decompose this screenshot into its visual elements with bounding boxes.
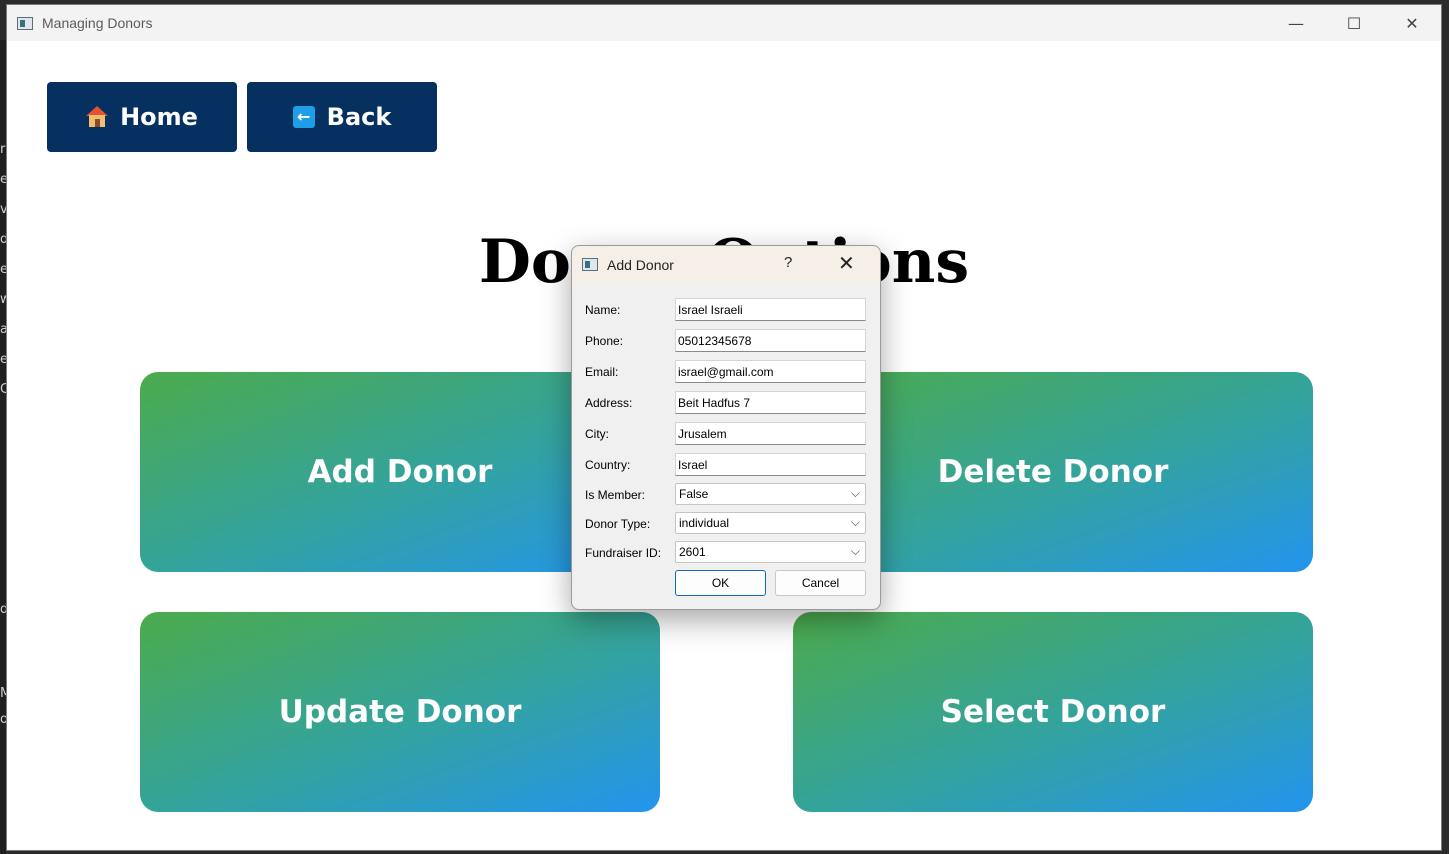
country-label: Country: [585,458,631,472]
name-row: Name: [585,298,867,322]
address-row: Address: [585,391,867,415]
name-label: Name: [585,303,621,317]
dialog-titlebar[interactable]: Add Donor ? ✕ [572,246,880,283]
dialog-title: Add Donor [607,256,674,273]
window-title: Managing Donors [42,15,153,31]
cancel-button-label: Cancel [801,576,840,590]
back-button-label: Back [326,103,392,131]
back-button[interactable]: ← Back [247,82,437,152]
cancel-button[interactable]: Cancel [775,570,866,596]
dialog-close-icon[interactable]: ✕ [838,251,855,276]
is-member-select[interactable]: False ⌵ [675,483,866,505]
close-icon: ✕ [1405,13,1419,33]
address-field[interactable] [675,391,866,414]
phone-row: Phone: [585,329,867,353]
is-member-label: Is Member: [585,488,646,502]
maximize-icon: ☐ [1346,13,1362,33]
fundraiser-id-label: Fundraiser ID: [585,546,662,560]
is-member-row: Is Member: False ⌵ [585,483,867,507]
chevron-down-icon: ⌵ [850,515,860,529]
add-donor-label: Add Donor [307,454,493,490]
update-donor-tile[interactable]: Update Donor [140,612,660,812]
country-row: Country: [585,453,867,477]
email-field[interactable] [675,360,866,383]
home-button[interactable]: Home [47,82,237,152]
fundraiser-id-select[interactable]: 2601 ⌵ [675,541,866,563]
help-icon[interactable]: ? [784,254,792,271]
email-row: Email: [585,360,867,384]
house-icon [86,106,109,128]
back-arrow-icon: ← [292,106,315,128]
name-field[interactable] [675,298,866,321]
update-donor-label: Update Donor [278,694,522,730]
fundraiser-id-row: Fundraiser ID: 2601 ⌵ [585,541,867,565]
donor-type-select[interactable]: individual ⌵ [675,512,866,534]
maximize-button[interactable]: ☐ [1325,5,1383,41]
delete-donor-label: Delete Donor [937,454,1169,490]
home-button-label: Home [120,103,198,131]
window-controls: — ☐ ✕ [1267,5,1441,41]
donor-type-row: Donor Type: individual ⌵ [585,512,867,536]
address-label: Address: [585,396,633,410]
background-text-fragment: r [0,142,6,157]
minimize-button[interactable]: — [1267,5,1325,41]
phone-label: Phone: [585,334,624,348]
window-titlebar[interactable]: Managing Donors — ☐ ✕ [7,5,1441,41]
close-button[interactable]: ✕ [1383,5,1441,41]
fundraiser-id-value: 2601 [679,545,706,559]
ok-button-label: OK [711,576,730,590]
email-label: Email: [585,365,619,379]
city-label: City: [585,427,609,441]
phone-field[interactable] [675,329,866,352]
is-member-value: False [679,487,709,501]
country-field[interactable] [675,453,866,476]
ok-button[interactable]: OK [675,570,766,596]
select-donor-label: Select Donor [940,694,1166,730]
minimize-icon: — [1288,13,1304,33]
city-field[interactable] [675,422,866,445]
donor-type-value: individual [679,516,730,530]
chevron-down-icon: ⌵ [850,486,860,500]
select-donor-tile[interactable]: Select Donor [793,612,1313,812]
city-row: City: [585,422,867,446]
add-donor-dialog: Add Donor ? ✕ Name: Phone: Email: Addres… [571,245,881,610]
donor-type-label: Donor Type: [585,517,651,531]
app-window-icon [17,16,33,30]
dialog-app-icon [582,258,598,271]
chevron-down-icon: ⌵ [850,544,860,558]
